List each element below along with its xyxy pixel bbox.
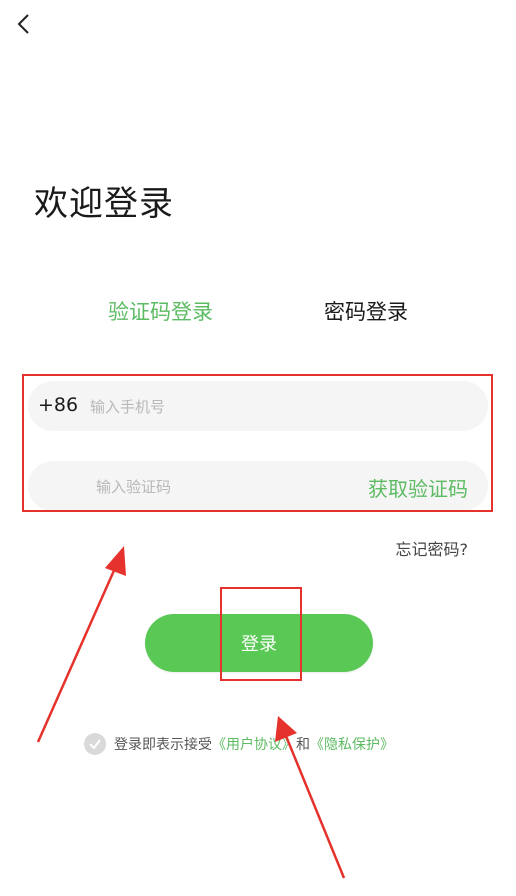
agreement-checkbox[interactable] [84, 733, 106, 755]
agreement-conjunction: 和 [296, 737, 310, 753]
code-field: 获取验证码 [28, 461, 488, 511]
login-button-label: 登录 [241, 634, 277, 655]
tab-sms-login[interactable]: 验证码登录 [108, 296, 213, 326]
agreement-prefix: 登录即表示接受 [114, 737, 212, 753]
country-code[interactable]: +86 [38, 394, 78, 416]
page-title: 欢迎登录 [34, 184, 174, 224]
login-tabs: 验证码登录 密码登录 [0, 296, 516, 332]
get-code-button[interactable]: 获取验证码 [368, 473, 468, 502]
verification-code-input[interactable] [96, 476, 336, 498]
check-icon [89, 739, 101, 750]
privacy-policy-link[interactable]: 《隐私保护》 [310, 734, 394, 754]
agreement-row: 登录即表示接受 《用户协议》 和 《隐私保护》 [84, 731, 394, 757]
annotation-arrow-left [36, 546, 126, 743]
user-agreement-link[interactable]: 《用户协议》 [212, 734, 296, 754]
phone-field: +86 [28, 381, 488, 431]
forgot-password-link[interactable]: 忘记密码? [396, 536, 469, 560]
phone-input[interactable] [90, 396, 390, 418]
tab-password-login[interactable]: 密码登录 [324, 296, 408, 326]
back-button[interactable] [10, 10, 38, 38]
chevron-left-icon [17, 14, 29, 34]
login-button[interactable]: 登录 [145, 614, 373, 672]
annotation-arrows [36, 546, 346, 879]
